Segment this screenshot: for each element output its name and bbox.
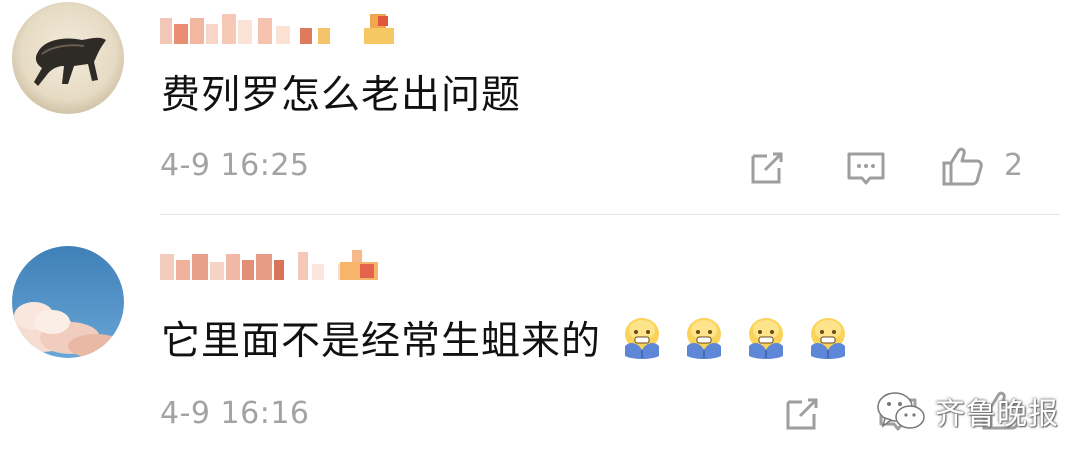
facepalm-emoji [621, 316, 663, 360]
facepalm-emoji [683, 316, 725, 360]
comment-text: 它里面不是经常生蛆来的 [161, 316, 849, 366]
comment-time: 4-9 16:25 [160, 148, 310, 183]
comment-icon[interactable] [844, 146, 888, 190]
thumbs-up-icon[interactable] [940, 144, 984, 188]
comment-text: 费列罗怎么老出问题 [161, 73, 522, 118]
comment-item: 费列罗怎么老出问题 4-9 16:25 2 [0, 0, 1080, 215]
avatar[interactable] [12, 246, 124, 358]
wechat-icon [877, 392, 925, 429]
share-icon[interactable] [780, 392, 824, 436]
watermark-text: 齐鲁晚报 [935, 397, 1059, 432]
watermark: 齐鲁晚报 [875, 386, 1059, 436]
facepalm-emoji [745, 316, 787, 360]
comment-time: 4-9 16:16 [160, 396, 310, 431]
divider [160, 214, 1060, 215]
share-icon[interactable] [745, 146, 789, 190]
like-count: 2 [1004, 148, 1024, 183]
avatar[interactable] [12, 2, 124, 114]
facepalm-emoji [807, 316, 849, 360]
